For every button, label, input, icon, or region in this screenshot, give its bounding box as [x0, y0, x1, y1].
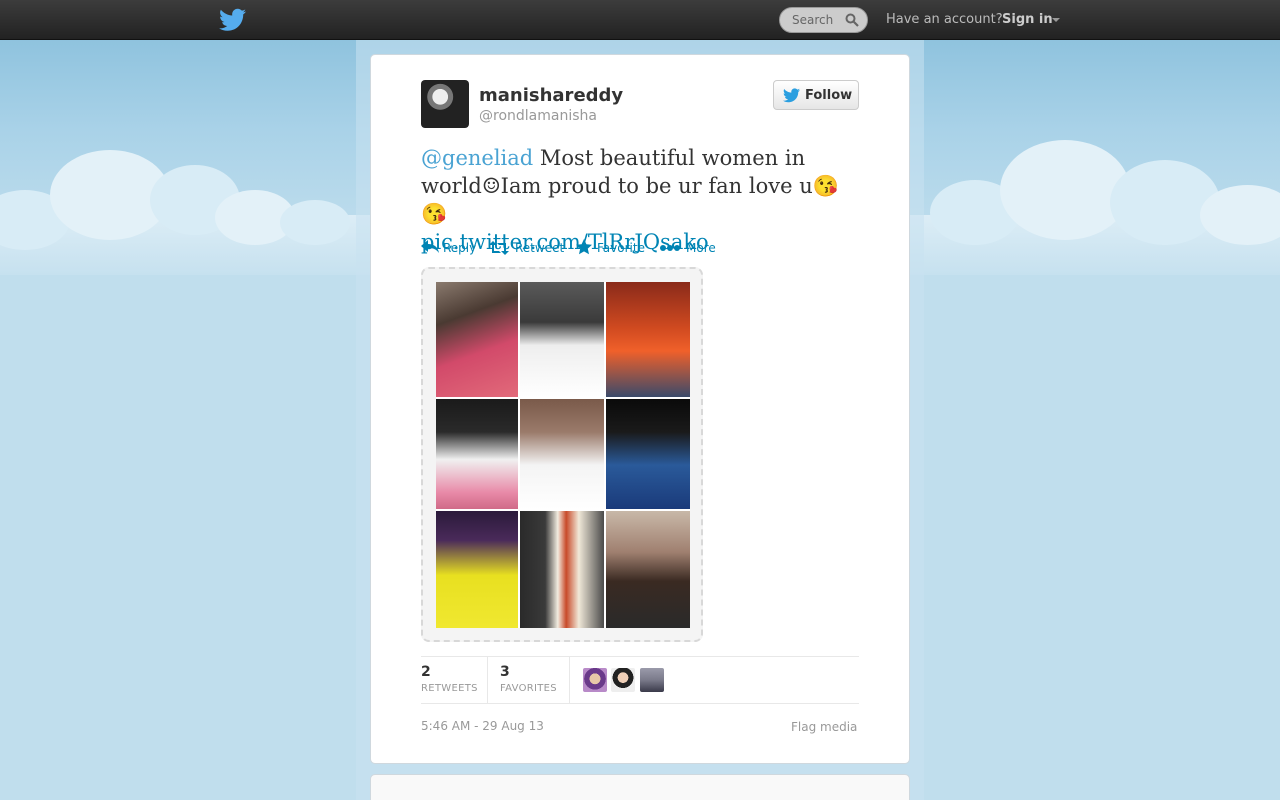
screen-name[interactable]: @rondlamanisha: [479, 108, 597, 124]
favorite-label: Favorite: [597, 241, 645, 255]
collage-photo: [606, 511, 690, 628]
favorite-button[interactable]: Favorite: [576, 239, 648, 257]
collage-photo: [606, 282, 690, 397]
display-name[interactable]: manishareddy: [479, 85, 623, 106]
more-label: More: [686, 241, 716, 255]
retweets-label[interactable]: RETWEETS: [421, 683, 478, 694]
collage-photo: [436, 399, 518, 509]
star-icon: [576, 239, 592, 255]
ellipsis-icon: [660, 245, 680, 251]
kiss-emoji: 😘: [812, 174, 839, 198]
favorites-count[interactable]: 3: [500, 664, 510, 680]
collage-photo: [520, 399, 604, 509]
collage-photo: [436, 282, 518, 397]
sign-in-link[interactable]: Sign in: [1002, 12, 1053, 27]
avatar[interactable]: [421, 80, 469, 128]
flag-media-link[interactable]: Flag media: [791, 720, 857, 734]
retweet-icon: [489, 241, 509, 255]
kiss-emoji: 😘: [421, 202, 448, 226]
follow-button[interactable]: Follow: [773, 80, 859, 110]
mention-link[interactable]: @geneliad: [421, 146, 533, 170]
reply-label: Reply: [443, 241, 477, 255]
avatar[interactable]: [583, 668, 607, 692]
search-placeholder: Search: [792, 13, 834, 27]
cloud: [1000, 140, 1130, 240]
photo-collage[interactable]: [436, 282, 690, 628]
more-button[interactable]: More: [660, 239, 718, 257]
collage-photo: [520, 282, 604, 397]
retweet-label: Retweet: [515, 241, 565, 255]
have-account-text: Have an account?: [886, 12, 1003, 27]
tweet-text-part: Iam proud to be ur fan love u: [500, 174, 813, 198]
caret-down-icon[interactable]: [1052, 18, 1060, 22]
tweet-timestamp[interactable]: 5:46 AM - 29 Aug 13: [421, 719, 544, 733]
divider: [569, 657, 570, 703]
collage-photo: [520, 511, 604, 628]
top-bar: Search Have an account? Sign in: [0, 0, 1280, 40]
avatar[interactable]: [640, 668, 664, 692]
secondary-card: [370, 774, 910, 800]
reply-button[interactable]: Reply: [421, 239, 477, 257]
twitter-bird-icon: [783, 88, 800, 103]
divider: [487, 657, 488, 703]
media-frame[interactable]: [421, 267, 703, 642]
search-input[interactable]: Search: [779, 7, 868, 33]
retweet-button[interactable]: Retweet: [489, 239, 565, 257]
favorites-label[interactable]: FAVORITES: [500, 683, 557, 694]
twitter-bird-icon[interactable]: [219, 8, 246, 32]
collage-photo: [606, 399, 690, 509]
follow-label: Follow: [805, 88, 853, 103]
reply-icon: [421, 240, 439, 253]
divider: [421, 703, 859, 704]
search-icon[interactable]: [845, 13, 859, 27]
retweets-count[interactable]: 2: [421, 664, 431, 680]
smile-emoji: ☺: [481, 174, 501, 198]
cloud: [280, 200, 350, 245]
avatar[interactable]: [611, 668, 635, 692]
collage-photo: [436, 511, 518, 628]
